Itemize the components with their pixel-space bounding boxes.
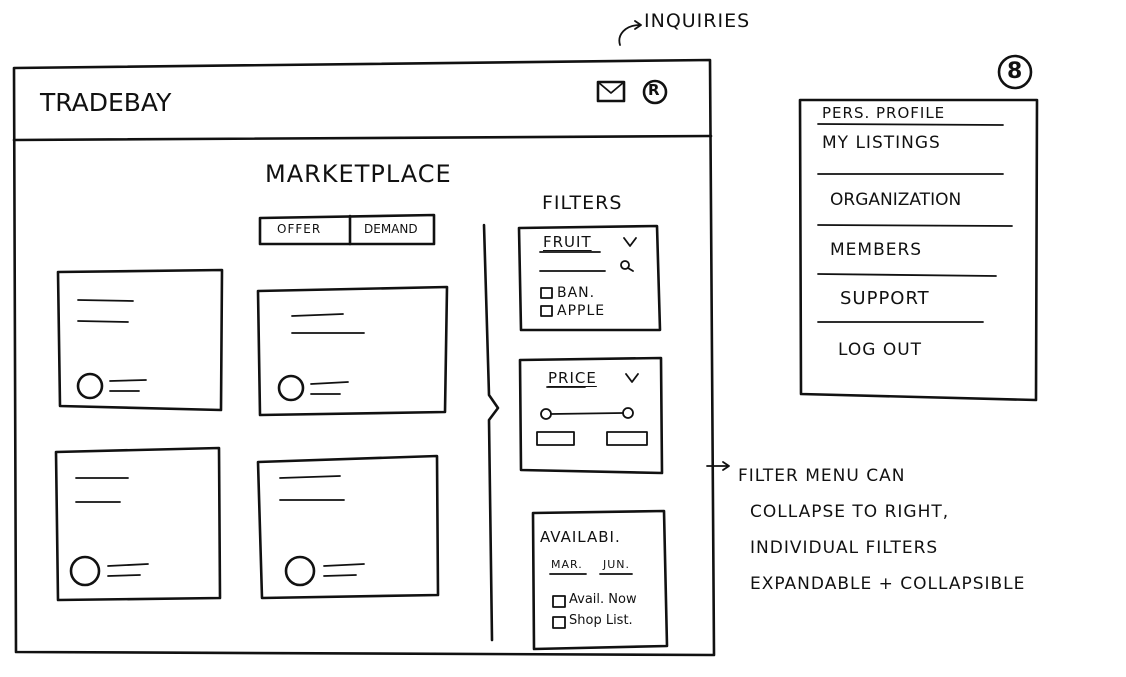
filter-note-line: INDIVIDUAL FILTERS (750, 538, 939, 558)
menu-item-my-listings[interactable]: MY LISTINGS (822, 133, 941, 153)
menu-item-log-out[interactable]: LOG OUT (838, 340, 922, 360)
inquiries-annotation: INQUIRIES (644, 10, 751, 32)
filter-fruit-label[interactable]: FRUIT (543, 233, 592, 251)
listing-card[interactable] (58, 452, 218, 598)
menu-item-members[interactable]: MEMBERS (830, 240, 922, 260)
filter-availability-label[interactable]: AVAILABI. (540, 528, 621, 546)
offer-tab[interactable]: OFFER (277, 222, 321, 236)
app-logo[interactable]: TRADEBAY (40, 88, 171, 117)
availability-to[interactable]: JUN. (603, 558, 630, 571)
note-arrow (706, 461, 730, 471)
listing-card[interactable] (260, 291, 445, 412)
filter-note-line: FILTER MENU CAN (738, 466, 906, 486)
menu-item-organization[interactable]: ORGANIZATION (830, 190, 961, 210)
filter-collapse-handle (482, 223, 500, 642)
filter-price-label[interactable]: PRICE (548, 369, 597, 387)
filter-fruit-option[interactable]: APPLE (557, 303, 605, 319)
profile-badge-count: 8 (1007, 59, 1024, 84)
listing-card[interactable] (60, 272, 220, 406)
filter-note-line: EXPANDABLE + COLLAPSIBLE (750, 574, 1026, 594)
filter-fruit-option[interactable]: BAN. (557, 285, 595, 301)
availability-option[interactable]: Avail. Now (569, 592, 637, 607)
filter-note: FILTER MENU CAN COLLAPSE TO RIGHT, INDIV… (738, 458, 1025, 602)
availability-from[interactable]: MAR. (551, 558, 583, 571)
filters-title: FILTERS (542, 192, 623, 214)
header-divider (12, 134, 713, 142)
page-title: MARKETPLACE (265, 160, 452, 188)
mail-icon[interactable] (596, 80, 626, 104)
filter-note-line: COLLAPSE TO RIGHT, (750, 502, 950, 522)
profile-icon-button[interactable]: R (642, 79, 668, 105)
inquiries-arrow (618, 20, 642, 46)
menu-item-personal-profile[interactable]: PERS. PROFILE (822, 104, 945, 122)
demand-tab[interactable]: DEMAND (364, 222, 418, 236)
menu-item-support[interactable]: SUPPORT (840, 288, 930, 309)
listing-card[interactable] (262, 460, 437, 595)
profile-initial: R (648, 81, 661, 99)
availability-option[interactable]: Shop List. (569, 613, 633, 628)
